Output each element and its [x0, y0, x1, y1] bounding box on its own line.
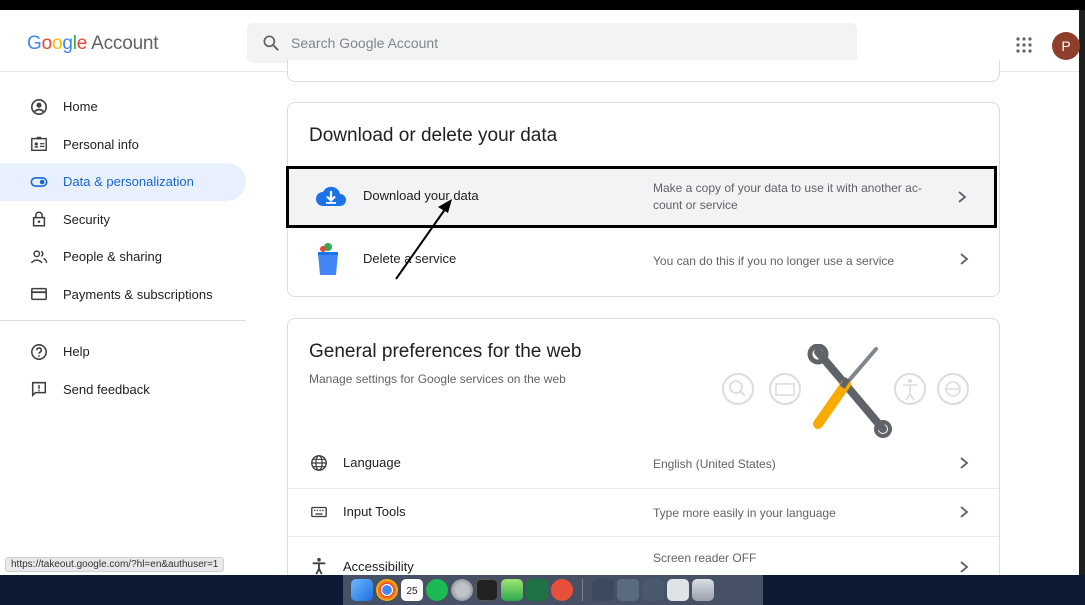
card-title: Download or delete your data — [309, 125, 558, 146]
general-preferences-card: General preferences for the web Manage s… — [287, 318, 1000, 588]
row-description: You can do this if you no longer use a s… — [653, 254, 895, 268]
account-circle-icon — [30, 98, 48, 115]
avatar[interactable]: P — [1052, 32, 1080, 60]
sidebar-item-send-feedback[interactable]: Send feedback — [0, 371, 246, 409]
window-thumbnail-icon[interactable] — [667, 579, 689, 601]
row-label: Language — [343, 455, 401, 470]
chevron-right-icon — [958, 191, 967, 203]
row-label: Input Tools — [343, 504, 406, 519]
preferences-illustration-icon — [722, 344, 969, 438]
chevron-right-icon — [960, 506, 969, 518]
excel-icon[interactable] — [526, 579, 548, 601]
window-thumbnail-icon[interactable] — [592, 579, 614, 601]
cloud-download-icon — [316, 186, 346, 206]
sidebar-divider — [0, 320, 246, 321]
lock-icon — [32, 211, 46, 227]
trash-bin-icon — [318, 243, 338, 275]
chrome-icon[interactable] — [376, 579, 398, 601]
row-description: Make a copy of your data to use it with … — [653, 181, 922, 212]
people-icon — [30, 250, 48, 264]
sidebar-item-security[interactable]: Security — [0, 201, 246, 239]
window-thumbnail-icon[interactable] — [617, 579, 639, 601]
calendar-icon[interactable]: 25 — [401, 579, 423, 601]
screen-top-bar — [0, 0, 1085, 10]
toggle-icon — [30, 176, 48, 187]
sidebar-item-home[interactable]: Home — [0, 88, 246, 126]
sidebar-item-label: Payments & subscriptions — [63, 286, 213, 302]
credit-card-icon — [31, 288, 47, 301]
sidebar-item-label: Send feedback — [63, 381, 150, 397]
row-label: Accessibility — [343, 559, 414, 574]
accessibility-icon — [312, 557, 326, 575]
dock-separator — [582, 579, 583, 601]
previous-card-bottom — [287, 60, 1000, 82]
sidebar-item-label: Home — [63, 99, 98, 115]
sidebar-item-personal-info[interactable]: Personal info — [0, 126, 246, 164]
chevron-right-icon — [960, 561, 969, 573]
sidebar-item-label: Personal info — [63, 136, 139, 152]
status-bar-url: https://takeout.google.com/?hl=en&authus… — [5, 557, 225, 572]
finder-icon[interactable] — [351, 579, 373, 601]
keyboard-icon — [311, 506, 327, 518]
row-description: English (United States) — [653, 457, 776, 471]
search-bar[interactable] — [247, 23, 857, 63]
terminal-icon[interactable] — [476, 579, 498, 601]
sidebar-item-label: Help — [63, 344, 90, 360]
spotify-icon[interactable] — [426, 579, 448, 601]
annotation-arrow-icon — [395, 199, 452, 280]
sidebar-item-payments[interactable]: Payments & subscriptions — [0, 276, 246, 314]
help-icon — [31, 343, 47, 360]
sidebar-item-people-sharing[interactable]: People & sharing — [0, 238, 246, 276]
screen-right-edge — [1079, 10, 1085, 575]
sidebar-nav: Home Personal info Data & personalizatio… — [0, 88, 262, 408]
macos-dock: 25 — [343, 575, 763, 605]
trash-icon[interactable] — [692, 579, 714, 601]
language-row[interactable]: Language English (United States) — [288, 440, 999, 487]
id-card-icon — [31, 137, 47, 152]
window-thumbnail-icon[interactable] — [642, 579, 664, 601]
search-icon[interactable] — [261, 33, 281, 53]
chevron-right-icon — [960, 253, 969, 265]
system-preferences-icon[interactable] — [451, 579, 473, 601]
apps-grid-icon[interactable] — [1015, 36, 1033, 54]
card-title: General preferences for the web — [309, 341, 582, 362]
row-description: Type more easily in your language — [653, 506, 836, 520]
search-input[interactable] — [291, 23, 831, 63]
feedback-icon — [31, 382, 47, 398]
card-subtitle: Manage settings for Google services on t… — [309, 372, 566, 386]
row-description: Screen reader OFF — [653, 551, 757, 565]
sidebar-item-data-personalization[interactable]: Data & personalization — [0, 163, 246, 201]
input-tools-row[interactable]: Input Tools Type more easily in your lan… — [288, 489, 999, 536]
notes-app-icon[interactable] — [501, 579, 523, 601]
google-account-logo[interactable]: Google Account — [27, 33, 159, 55]
chevron-right-icon — [960, 457, 969, 469]
globe-icon — [311, 455, 327, 471]
sidebar-item-label: People & sharing — [63, 249, 163, 265]
sidebar-item-help[interactable]: Help — [0, 333, 246, 371]
sidebar-item-label: Security — [63, 211, 110, 227]
sidebar-item-label: Data & personalization — [63, 174, 194, 190]
remote-desktop-icon[interactable] — [551, 579, 573, 601]
